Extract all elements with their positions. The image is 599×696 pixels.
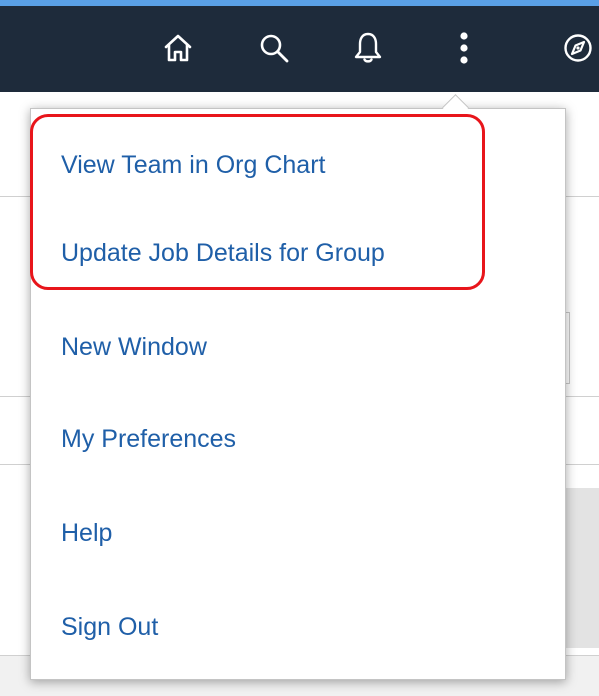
- menu-item-sign-out[interactable]: Sign Out: [61, 611, 158, 643]
- menu-item-new-window[interactable]: New Window: [61, 331, 207, 363]
- search-button[interactable]: [248, 22, 300, 74]
- search-icon: [258, 32, 290, 64]
- menu-item-help[interactable]: Help: [61, 517, 112, 549]
- navigator-button[interactable]: [552, 22, 599, 74]
- compass-icon: [562, 32, 594, 64]
- bell-icon: [352, 31, 384, 65]
- kebab-menu-icon: [458, 31, 470, 65]
- menu-item-my-preferences[interactable]: My Preferences: [61, 423, 236, 455]
- menu-item-update-job-details-for-group[interactable]: Update Job Details for Group: [61, 237, 385, 269]
- home-button[interactable]: [152, 22, 204, 74]
- home-icon: [162, 32, 194, 64]
- actions-dropdown-menu: View Team in Org Chart Update Job Detail…: [30, 108, 566, 680]
- notifications-button[interactable]: [342, 22, 394, 74]
- actions-menu-button[interactable]: [438, 22, 490, 74]
- header-bar: [0, 6, 599, 92]
- menu-item-view-team-in-org-chart[interactable]: View Team in Org Chart: [61, 149, 325, 181]
